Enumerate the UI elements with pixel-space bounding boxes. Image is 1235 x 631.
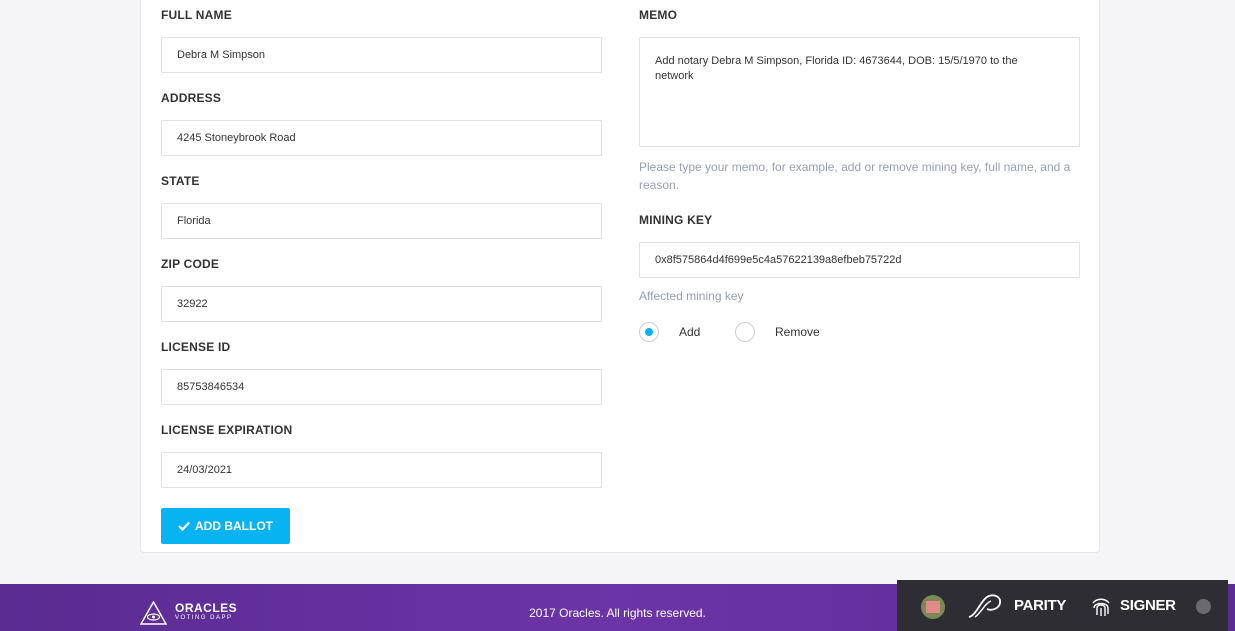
radio-add[interactable]: Add xyxy=(639,322,700,342)
account-identicon[interactable] xyxy=(921,595,945,619)
zip-code-input[interactable]: 32922 xyxy=(161,286,602,322)
full-name-input[interactable]: Debra M Simpson xyxy=(161,37,602,73)
state-input[interactable]: Florida xyxy=(161,203,602,239)
license-id-input[interactable]: 85753846534 xyxy=(161,369,602,405)
address-input[interactable]: 4245 Stoneybrook Road xyxy=(161,120,602,156)
mining-key-input[interactable]: 0x8f575864d4f699e5c4a57622139a8efbeb7572… xyxy=(639,242,1080,278)
add-ballot-button[interactable]: ADD BALLOT xyxy=(161,508,290,544)
address-label: ADDRESS xyxy=(161,91,222,105)
mining-key-label: MINING KEY xyxy=(639,213,713,227)
parity-logo-icon xyxy=(968,594,1001,618)
signer-label[interactable]: SIGNER xyxy=(1120,597,1176,614)
ballot-form-card: FULL NAME Debra M Simpson ADDRESS 4245 S… xyxy=(140,0,1100,553)
license-expiration-label: LICENSE EXPIRATION xyxy=(161,423,293,437)
signer-status-dot[interactable] xyxy=(1196,599,1211,614)
fingerprint-icon xyxy=(1092,598,1110,616)
full-name-label: FULL NAME xyxy=(161,8,232,22)
add-ballot-label: ADD BALLOT xyxy=(195,519,273,533)
parity-label[interactable]: PARITY xyxy=(1014,597,1066,614)
memo-textarea[interactable]: Add notary Debra M Simpson, Florida ID: … xyxy=(639,37,1080,147)
zip-code-label: ZIP CODE xyxy=(161,257,220,271)
radio-remove[interactable]: Remove xyxy=(735,322,820,342)
radio-add-label: Add xyxy=(679,325,701,339)
memo-label: MEMO xyxy=(639,8,678,22)
state-label: STATE xyxy=(161,174,200,188)
checkmark-icon xyxy=(178,521,190,531)
license-expiration-input[interactable]: 24/03/2021 xyxy=(161,452,602,488)
radio-add-circle[interactable] xyxy=(639,322,659,342)
memo-hint: Please type your memo, for example, add … xyxy=(639,160,1071,192)
parity-signer-bar: PARITY SIGNER xyxy=(897,580,1228,631)
license-id-label: LICENSE ID xyxy=(161,340,231,354)
radio-remove-circle[interactable] xyxy=(735,322,755,342)
mining-key-hint: Affected mining key xyxy=(639,289,744,303)
radio-remove-label: Remove xyxy=(775,325,820,339)
